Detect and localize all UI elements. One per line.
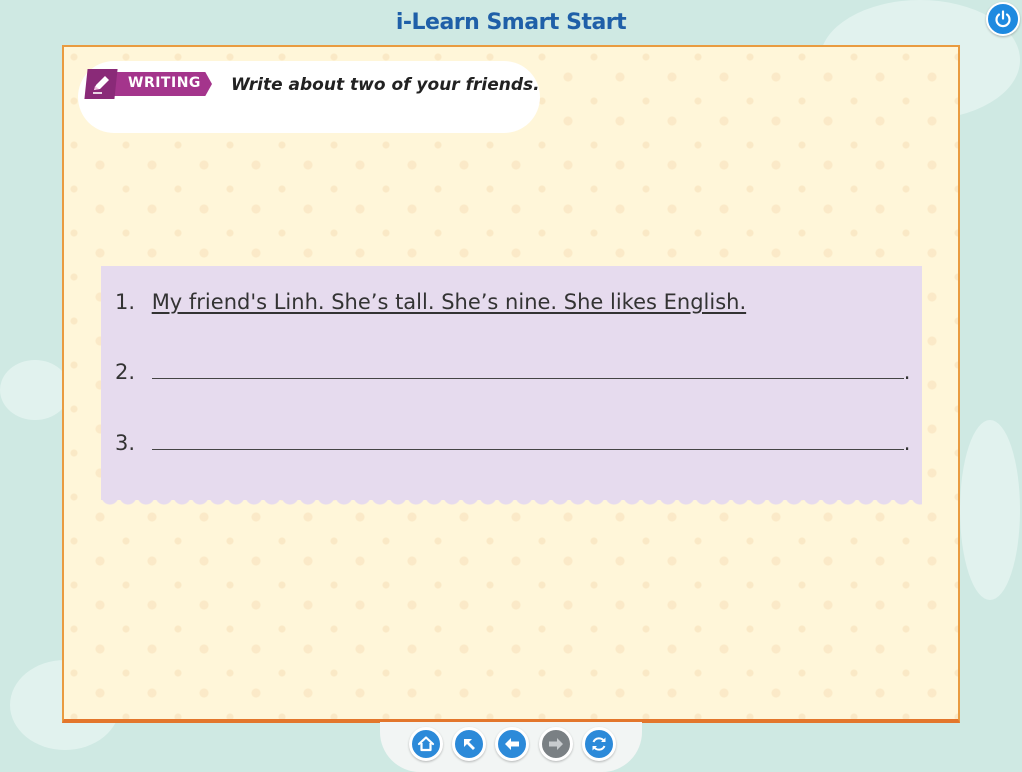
answer-line-2: 2. . (115, 360, 910, 384)
refresh-icon (592, 737, 606, 751)
line-number: 1. (115, 290, 136, 314)
arrow-up-left-icon (464, 739, 475, 750)
back-to-menu-button[interactable] (452, 727, 486, 761)
task-prompt: Write about two of your friends. (231, 75, 540, 95)
power-icon (995, 10, 1011, 28)
next-button[interactable] (539, 727, 573, 761)
answer-input-3[interactable] (151, 431, 904, 450)
answer-line-1: 1. My friend's Linh. She’s tall. She’s n… (115, 290, 746, 314)
pencil-box (84, 69, 118, 99)
previous-button[interactable] (495, 727, 529, 761)
answer-line-3: 3. . (115, 431, 910, 455)
arrow-right-icon (549, 738, 563, 750)
line-end-period: . (903, 431, 911, 455)
background-cloud (0, 360, 70, 420)
home-icon (417, 736, 435, 752)
app-title: i-Learn Smart Start (395, 10, 627, 35)
example-answer: My friend's Linh. She’s tall. She’s nine… (151, 290, 747, 314)
line-number: 2. (115, 360, 136, 384)
power-button[interactable] (986, 2, 1020, 36)
writing-badge: WRITING (84, 69, 214, 99)
pencil-icon (93, 76, 109, 94)
home-button[interactable] (409, 727, 443, 761)
writing-badge-label: WRITING (128, 75, 201, 91)
answer-input-2[interactable] (151, 360, 904, 379)
line-number: 3. (115, 431, 136, 455)
arrow-left-icon (505, 738, 519, 750)
answer-box: 1. My friend's Linh. She’s tall. She’s n… (101, 266, 922, 506)
background-cloud (960, 420, 1020, 600)
line-end-period: . (903, 360, 911, 384)
refresh-button[interactable] (582, 727, 616, 761)
worksheet-page: WRITING Write about two of your friends.… (62, 45, 960, 723)
scalloped-edge (101, 496, 922, 506)
